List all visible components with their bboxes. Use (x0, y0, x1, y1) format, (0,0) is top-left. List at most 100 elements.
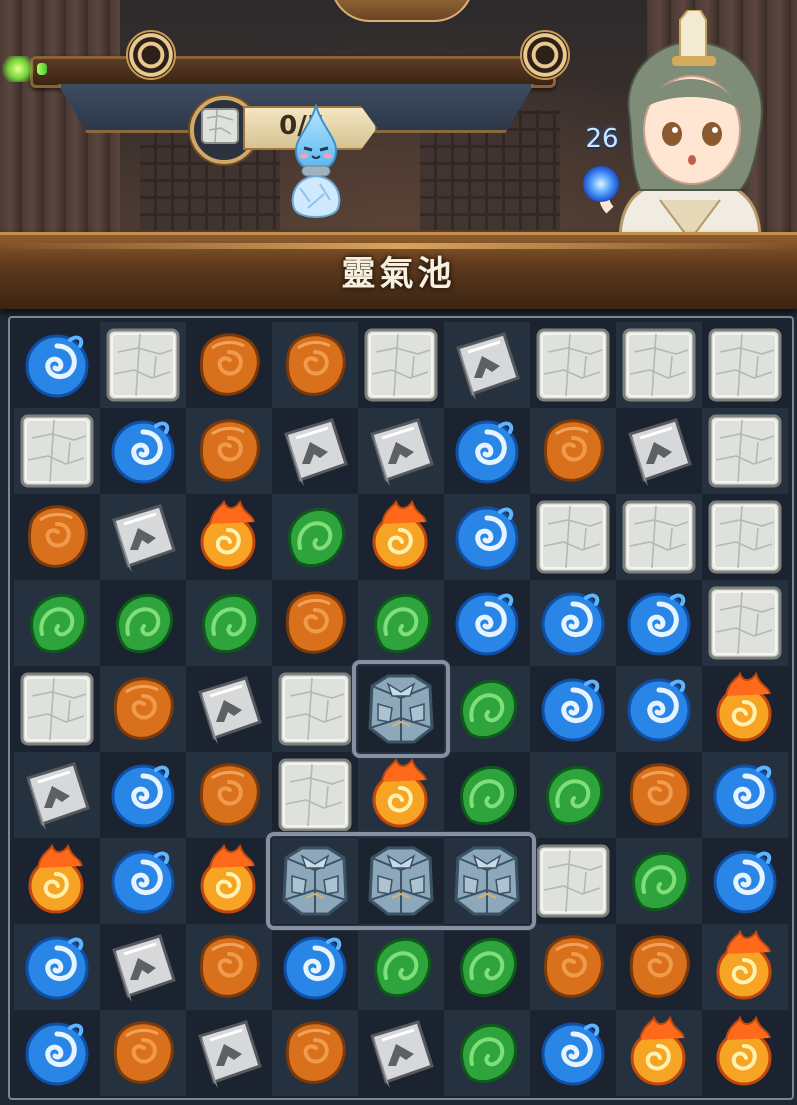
wood-icon (374, 593, 431, 653)
fire-orb-tile[interactable] (358, 494, 444, 580)
water-icon (111, 764, 175, 828)
earth-rock-tile[interactable] (530, 924, 616, 1010)
fire-orb-tile[interactable] (186, 494, 272, 580)
earth-rock-tile[interactable] (272, 1010, 358, 1096)
fire-orb-tile[interactable] (14, 838, 100, 924)
water-icon (25, 936, 89, 1000)
metal-ingot-tile[interactable] (100, 924, 186, 1010)
wood-leaf-tile[interactable] (530, 752, 616, 838)
stone-block-tile[interactable] (530, 494, 616, 580)
wood-icon (632, 851, 689, 911)
wood-leaf-tile[interactable] (272, 494, 358, 580)
water-orb-tile[interactable] (14, 1010, 100, 1096)
stone-icon (536, 328, 610, 402)
wood-leaf-tile[interactable] (616, 838, 702, 924)
earth-rock-tile[interactable] (530, 408, 616, 494)
stone-block-tile[interactable] (702, 580, 788, 666)
metal-ingot-tile[interactable] (358, 408, 444, 494)
ice-armor-block-tile[interactable] (272, 838, 358, 924)
water-orb-tile[interactable] (530, 666, 616, 752)
earth-rock-tile[interactable] (14, 494, 100, 580)
stone-goal-icon (201, 108, 239, 144)
earth-rock-tile[interactable] (186, 322, 272, 408)
fire-orb-tile[interactable] (616, 1010, 702, 1096)
wood-leaf-tile[interactable] (100, 580, 186, 666)
wood-leaf-tile[interactable] (186, 580, 272, 666)
water-orb-tile[interactable] (100, 838, 186, 924)
earth-rock-tile[interactable] (186, 408, 272, 494)
wood-icon (202, 593, 259, 653)
water-orb-tile[interactable] (444, 580, 530, 666)
water-orb-tile[interactable] (444, 494, 530, 580)
wood-leaf-tile[interactable] (14, 580, 100, 666)
earth-rock-tile[interactable] (616, 924, 702, 1010)
water-orb-tile[interactable] (100, 408, 186, 494)
wood-leaf-tile[interactable] (358, 924, 444, 1010)
earth-rock-tile[interactable] (100, 666, 186, 752)
ice-armor-block-tile[interactable] (358, 838, 444, 924)
earth-rock-tile[interactable] (100, 1010, 186, 1096)
metal-icon (456, 332, 520, 400)
stone-block-tile[interactable] (272, 752, 358, 838)
metal-ingot-tile[interactable] (272, 408, 358, 494)
metal-ingot-tile[interactable] (186, 1010, 272, 1096)
earth-rock-tile[interactable] (186, 752, 272, 838)
wood-icon (460, 679, 517, 739)
stone-icon (536, 844, 610, 918)
metal-ingot-tile[interactable] (100, 494, 186, 580)
earth-rock-tile[interactable] (272, 322, 358, 408)
metal-ingot-tile[interactable] (186, 666, 272, 752)
metal-ingot-tile[interactable] (616, 408, 702, 494)
water-orb-tile[interactable] (530, 580, 616, 666)
water-orb-tile[interactable] (100, 752, 186, 838)
wood-leaf-tile[interactable] (358, 580, 444, 666)
water-icon (627, 592, 691, 656)
metal-icon (628, 418, 692, 486)
fire-orb-tile[interactable] (702, 1010, 788, 1096)
water-orb-tile[interactable] (530, 1010, 616, 1096)
water-orb-tile[interactable] (14, 322, 100, 408)
wood-leaf-tile[interactable] (444, 666, 530, 752)
ice-armor-block-tile[interactable] (444, 838, 530, 924)
ice-armor-block-tile[interactable] (358, 666, 444, 752)
stone-block-tile[interactable] (702, 494, 788, 580)
water-orb-tile[interactable] (616, 666, 702, 752)
earth-rock-tile[interactable] (272, 580, 358, 666)
stone-block-tile[interactable] (702, 408, 788, 494)
stone-block-tile[interactable] (14, 666, 100, 752)
stone-block-tile[interactable] (272, 666, 358, 752)
water-orb-tile[interactable] (272, 924, 358, 1010)
fire-orb-tile[interactable] (702, 666, 788, 752)
fire-orb-tile[interactable] (702, 924, 788, 1010)
earth-rock-tile[interactable] (616, 752, 702, 838)
progress-spark-icon (0, 56, 36, 82)
water-orb-tile[interactable] (14, 924, 100, 1010)
water-orb-tile[interactable] (702, 838, 788, 924)
earth-icon (285, 333, 346, 396)
metal-ingot-tile[interactable] (14, 752, 100, 838)
stone-block-tile[interactable] (616, 494, 702, 580)
water-orb-tile[interactable] (444, 408, 530, 494)
stone-block-tile[interactable] (530, 322, 616, 408)
stone-block-tile[interactable] (702, 322, 788, 408)
wood-leaf-tile[interactable] (444, 752, 530, 838)
stone-block-tile[interactable] (14, 408, 100, 494)
water-orb-tile[interactable] (616, 580, 702, 666)
wood-leaf-tile[interactable] (444, 924, 530, 1010)
earth-rock-tile[interactable] (186, 924, 272, 1010)
water-icon (25, 1022, 89, 1086)
match3-board[interactable] (8, 316, 794, 1100)
metal-ingot-tile[interactable] (444, 322, 530, 408)
stone-block-tile[interactable] (616, 322, 702, 408)
stone-block-tile[interactable] (358, 322, 444, 408)
stone-block-tile[interactable] (100, 322, 186, 408)
stone-icon (364, 328, 438, 402)
metal-ingot-tile[interactable] (358, 1010, 444, 1096)
fire-orb-tile[interactable] (358, 752, 444, 838)
stone-block-tile[interactable] (530, 838, 616, 924)
board-title: 靈氣池 (341, 254, 456, 294)
earth-icon (629, 935, 690, 998)
wood-leaf-tile[interactable] (444, 1010, 530, 1096)
fire-orb-tile[interactable] (186, 838, 272, 924)
water-orb-tile[interactable] (702, 752, 788, 838)
